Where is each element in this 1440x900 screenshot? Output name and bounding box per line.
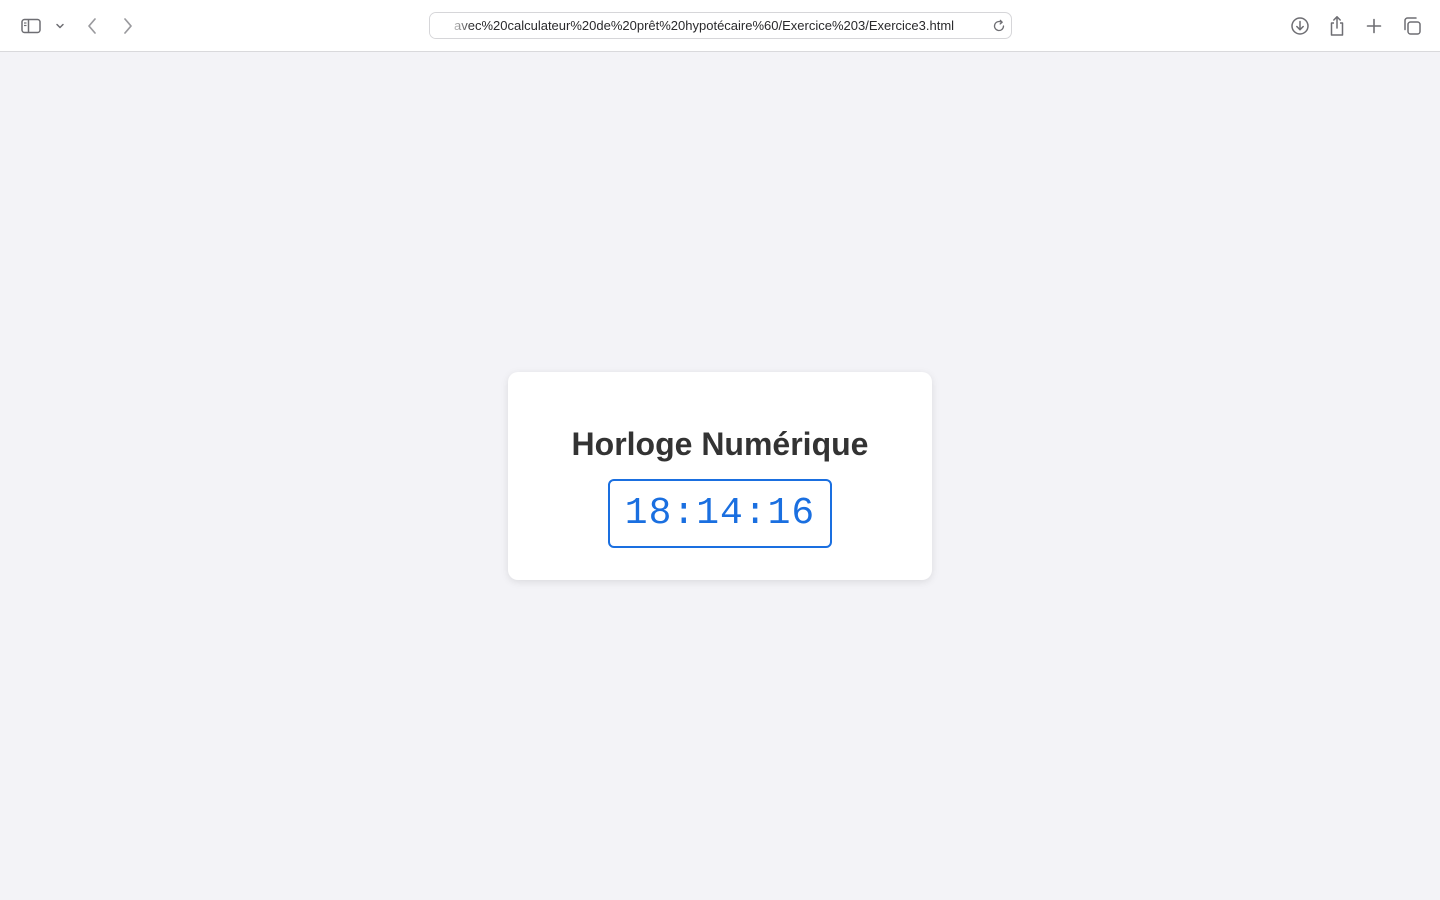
sidebar-menu-button[interactable]: [52, 16, 68, 36]
share-icon: [1330, 16, 1344, 36]
tabs-icon: [1404, 17, 1421, 35]
url-fade: [430, 13, 472, 38]
url-text[interactable]: avec%20calculateur%20de%20prêt%20hypotéc…: [430, 13, 982, 38]
plus-icon: [1366, 18, 1382, 34]
chevron-right-icon: [124, 18, 132, 34]
address-bar[interactable]: avec%20calculateur%20de%20prêt%20hypotéc…: [429, 12, 1012, 39]
page-title: Horloge Numérique: [571, 426, 869, 462]
reload-button[interactable]: [988, 15, 1010, 37]
browser-toolbar: avec%20calculateur%20de%20prêt%20hypotéc…: [0, 0, 1440, 52]
tab-overview-button[interactable]: [1399, 13, 1425, 39]
new-tab-button[interactable]: [1362, 13, 1386, 39]
chevron-down-icon: [56, 23, 64, 29]
download-icon: [1291, 17, 1309, 35]
sidebar-icon: [21, 18, 41, 34]
digital-clock-display: 18:14:16: [608, 479, 832, 548]
chevron-left-icon: [88, 18, 96, 34]
downloads-button[interactable]: [1288, 13, 1312, 39]
sidebar-toggle-button[interactable]: [16, 12, 46, 40]
forward-button[interactable]: [116, 12, 140, 40]
back-button[interactable]: [80, 12, 104, 40]
clock-card: Horloge Numérique 18:14:16: [508, 372, 932, 580]
share-button[interactable]: [1325, 12, 1349, 40]
reload-icon: [993, 19, 1005, 32]
